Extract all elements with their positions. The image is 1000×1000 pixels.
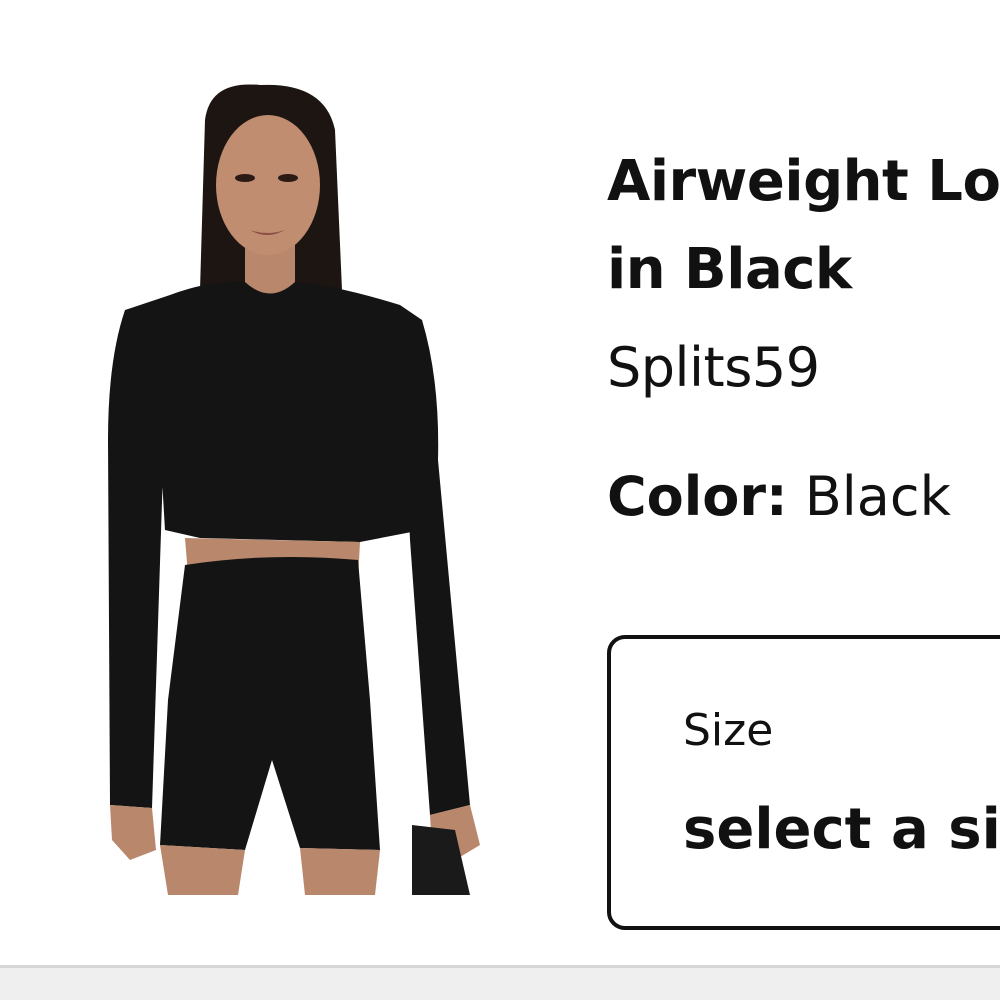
product-details: Airweight Long Sleeve Crop Top in Black … xyxy=(607,0,1000,960)
brand-name[interactable]: Splits59 xyxy=(607,336,820,399)
size-selector[interactable]: Size select a size xyxy=(607,635,1000,930)
product-title-line-1: Airweight Long Sleeve Crop Top xyxy=(607,149,1000,214)
product-image[interactable] xyxy=(60,60,530,920)
size-label: Size xyxy=(683,705,774,756)
product-page: Airweight Long Sleeve Crop Top in Black … xyxy=(0,0,1000,1000)
bottom-bar xyxy=(0,965,1000,1000)
color-value: Black xyxy=(804,465,951,528)
color-row: Color: Black xyxy=(607,465,951,528)
product-title-line-2: in Black xyxy=(607,237,852,302)
model-photo xyxy=(108,84,480,895)
product-title: Airweight Long Sleeve Crop Top in Black xyxy=(607,138,1000,314)
color-label: Color: xyxy=(607,465,788,528)
size-value: select a size xyxy=(683,797,1000,862)
